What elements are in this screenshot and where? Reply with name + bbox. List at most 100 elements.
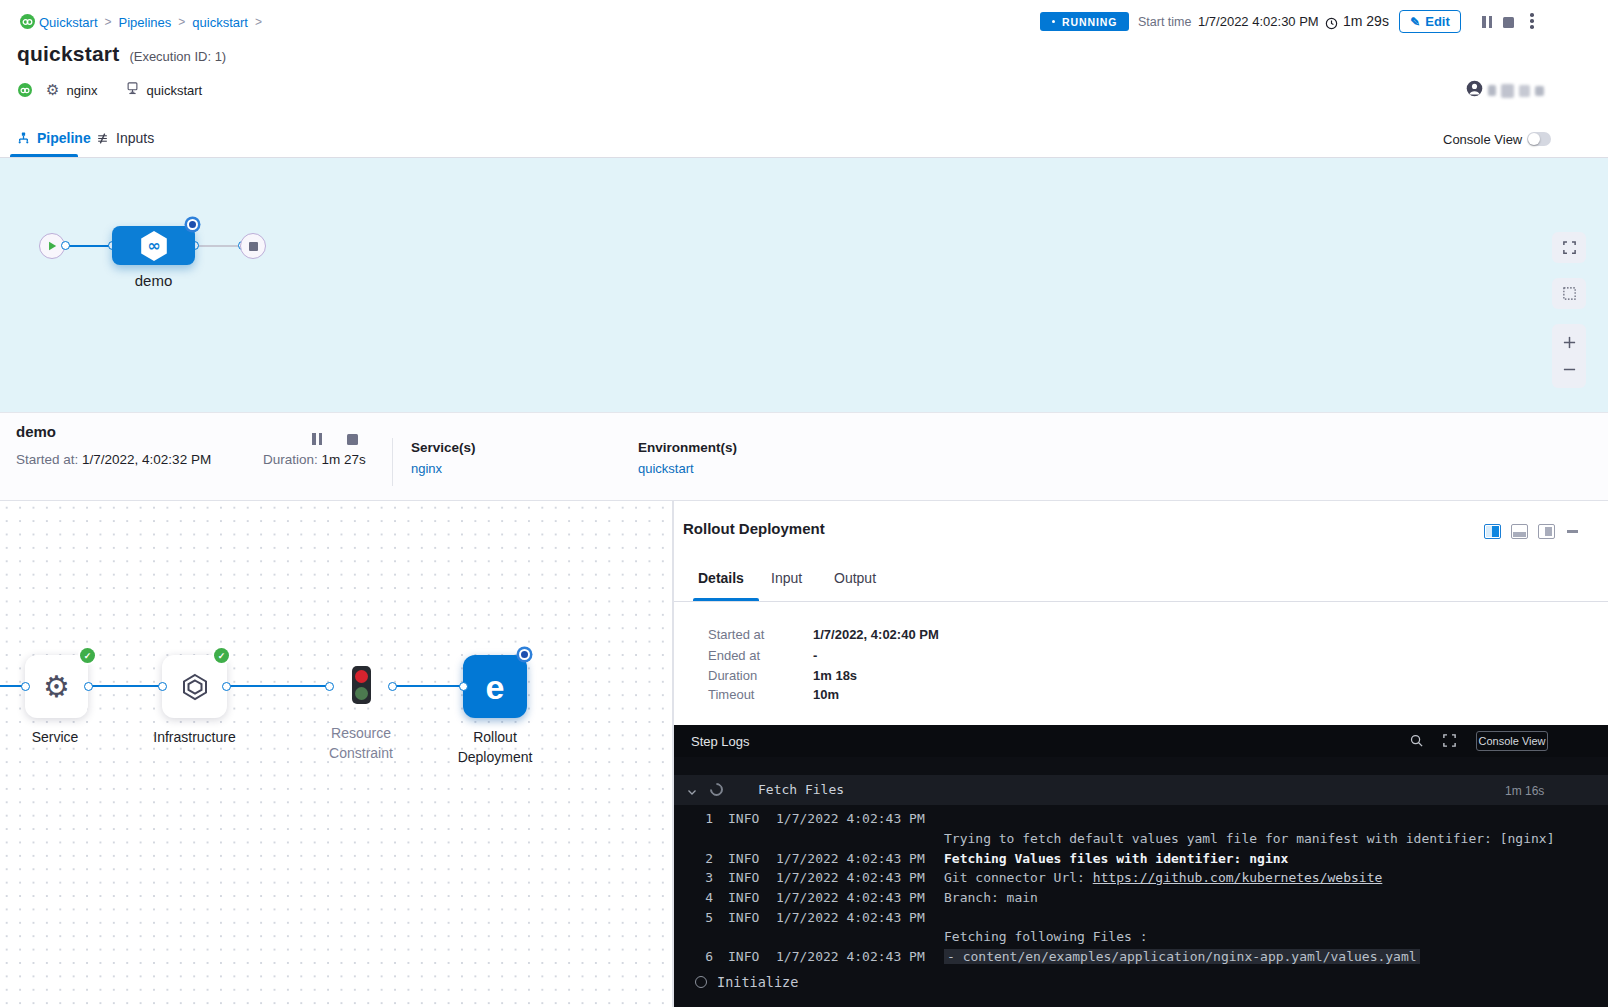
edge	[88, 685, 162, 687]
edit-button[interactable]: ✎ Edit	[1399, 10, 1461, 33]
svg-text:∞: ∞	[147, 236, 160, 255]
harness-logo-icon	[20, 14, 35, 29]
start-time-label: Start time	[1138, 15, 1192, 29]
environments-label: Environment(s)	[638, 440, 737, 455]
canvas-fullscreen-button[interactable]	[1552, 232, 1586, 263]
tab-input[interactable]: Input	[771, 570, 802, 586]
log-line: 1INFO1/7/2022 4:02:43 PM	[674, 811, 1608, 831]
pipeline-icon	[17, 131, 30, 145]
avatar[interactable]	[1466, 80, 1483, 101]
pending-circle-icon	[695, 976, 707, 988]
layout-bottom-view-button[interactable]	[1511, 524, 1528, 539]
step-logs-header: Step Logs Console View	[674, 725, 1608, 757]
panel-title: Rollout Deployment	[683, 520, 825, 537]
gear-icon: ⚙	[43, 672, 70, 702]
harness-module-icon	[18, 83, 32, 97]
zoom-in-button[interactable]	[1562, 335, 1577, 350]
connector-dot	[84, 682, 93, 691]
duration-label: Duration:	[263, 452, 322, 467]
log-line: Trying to fetch default values yaml file…	[674, 831, 1608, 851]
divider	[392, 438, 393, 486]
edge-demo-end	[194, 245, 242, 247]
connector-dot	[21, 682, 30, 691]
step-details-panel: Rollout Deployment Details Input Output …	[673, 501, 1608, 1007]
log-section-fetch-files[interactable]: Fetch Files 1m 16s	[674, 775, 1608, 805]
console-view-button[interactable]: Console View	[1476, 731, 1548, 751]
log-link[interactable]: https://github.com/kubernetes/website	[1093, 870, 1383, 885]
connector-dot	[222, 682, 231, 691]
step-logs-title: Step Logs	[691, 734, 750, 749]
layout-minimized-view-button[interactable]	[1538, 524, 1555, 539]
success-badge: ✓	[214, 648, 229, 663]
stage-node-demo[interactable]: ∞	[112, 226, 195, 265]
service-gear-icon: ⚙	[46, 81, 59, 99]
log-section-name: Fetch Files	[758, 782, 844, 797]
redacted-chip	[1488, 85, 1496, 96]
step-node-resource-constraint[interactable]	[352, 666, 371, 704]
log-line: 6INFO1/7/2022 4:02:43 PM- content/en/exa…	[674, 949, 1608, 969]
step-node-rollout-deployment[interactable]: e	[463, 655, 527, 718]
step-node-service[interactable]: ⚙	[25, 655, 88, 718]
environment-link[interactable]: quickstart	[638, 461, 694, 476]
redacted-chip	[1535, 86, 1544, 96]
step-node-infrastructure[interactable]	[162, 655, 227, 718]
running-badge	[519, 649, 530, 660]
log-section-duration: 1m 16s	[1505, 784, 1544, 798]
stage-stop-button[interactable]	[347, 434, 358, 445]
pause-execution-button[interactable]	[1482, 16, 1492, 28]
redacted-chip	[1501, 84, 1514, 98]
tab-output[interactable]: Output	[834, 570, 876, 586]
elapsed-time: 1m 29s	[1343, 13, 1389, 29]
canvas-zoom-controls	[1552, 324, 1586, 388]
tab-pipeline[interactable]: Pipeline	[17, 130, 91, 146]
environment-chip[interactable]: quickstart	[147, 83, 203, 98]
duration-value: 1m 27s	[322, 452, 366, 467]
console-view-toggle[interactable]	[1527, 132, 1551, 146]
service-link[interactable]: nginx	[411, 461, 442, 476]
inputs-icon	[96, 132, 109, 145]
connector-dot	[158, 682, 167, 691]
page-title-row: quickstart (Execution ID: 1)	[17, 42, 226, 66]
step-label: Infrastructure	[132, 727, 257, 747]
connector-dot	[61, 241, 70, 250]
success-badge: ✓	[80, 648, 95, 663]
log-section-name: Initialize	[717, 974, 798, 990]
log-line: Fetching following Files :	[674, 929, 1608, 949]
step-logs-console: Fetch Files 1m 16s 1INFO1/7/2022 4:02:43…	[674, 757, 1608, 1007]
step-label: Resource Constraint	[311, 723, 411, 763]
spinner-icon	[707, 780, 725, 798]
live-dot	[1052, 20, 1055, 23]
step-label: Service	[15, 727, 95, 747]
tab-inputs[interactable]: Inputs	[96, 130, 154, 146]
clock-icon	[1325, 16, 1338, 34]
edge	[226, 685, 329, 687]
pipeline-stage-canvas: ∞ demo	[0, 158, 1608, 412]
pipeline-end-node[interactable]	[240, 233, 266, 259]
stop-execution-button[interactable]	[1503, 17, 1514, 28]
breadcrumb-separator: >	[178, 15, 185, 29]
redacted-chip	[1519, 85, 1530, 97]
log-section-initialize[interactable]: Initialize	[674, 970, 1608, 1000]
page-title: quickstart	[17, 42, 119, 66]
tab-details[interactable]: Details	[698, 570, 744, 586]
breadcrumb-item[interactable]: quickstart	[192, 15, 248, 30]
connector-dot	[325, 682, 334, 691]
active-tab-underline	[10, 154, 78, 157]
canvas-select-button[interactable]	[1552, 278, 1586, 309]
layout-right-view-button[interactable]	[1484, 524, 1501, 539]
tabs-divider	[674, 601, 1608, 602]
service-chip[interactable]: nginx	[66, 83, 97, 98]
breadcrumb-item[interactable]: Pipelines	[119, 15, 172, 30]
logs-fullscreen-icon[interactable]	[1442, 733, 1457, 752]
zoom-out-button[interactable]	[1562, 362, 1577, 377]
search-icon[interactable]	[1409, 733, 1424, 752]
breadcrumb-item[interactable]: Quickstart	[39, 15, 98, 30]
connector-dot	[459, 682, 468, 691]
minimize-panel-button[interactable]	[1567, 530, 1578, 533]
step-label: Rollout Deployment	[440, 727, 550, 767]
more-options-button[interactable]	[1530, 13, 1534, 29]
stage-node-label: demo	[112, 272, 195, 289]
status-badge: RUNNING	[1040, 12, 1129, 31]
stage-pause-button[interactable]	[312, 433, 322, 445]
started-at-value: 1/7/2022, 4:02:32 PM	[82, 452, 211, 467]
